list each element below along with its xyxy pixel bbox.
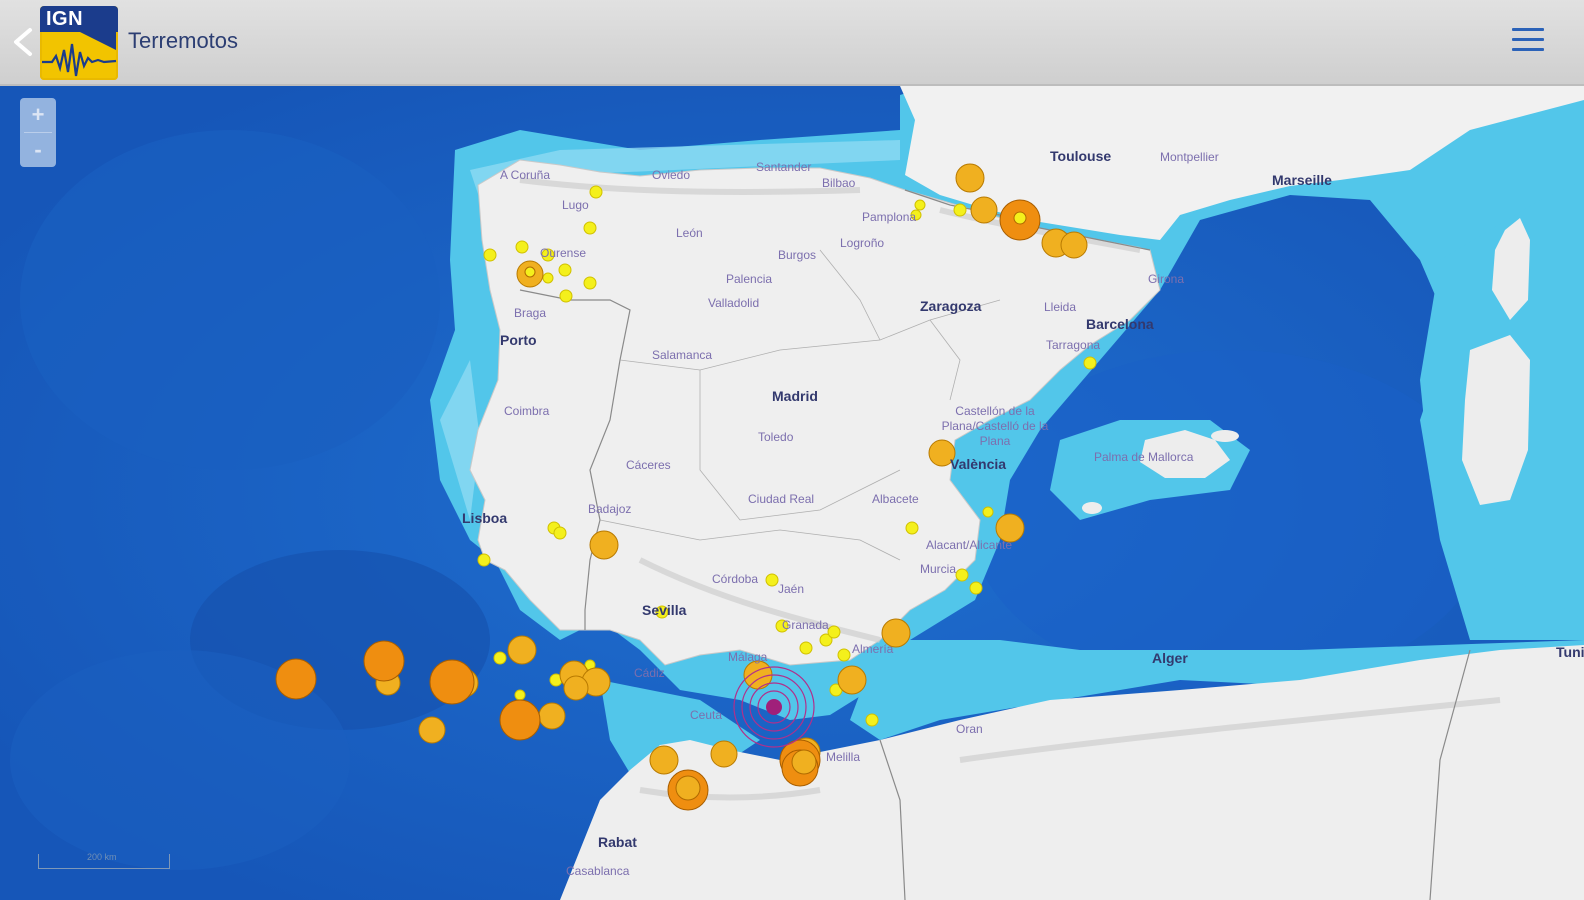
earthquake-map[interactable]: A Coruña Oviedo Santander Bilbao Lugo Le… — [0, 86, 1584, 900]
ign-logo: IGN — [40, 6, 118, 80]
city-label: Lugo — [562, 198, 589, 212]
city-label: Toulouse — [1050, 148, 1112, 164]
city-label: A Coruña — [500, 168, 551, 182]
city-label: Lisboa — [462, 510, 508, 526]
city-label: Santander — [756, 160, 812, 174]
city-label: Córdoba — [712, 572, 759, 586]
city-label: Valladolid — [708, 296, 760, 310]
menu-line — [1512, 38, 1544, 41]
city-label: León — [676, 226, 703, 240]
city-label: Casablanca — [566, 864, 630, 878]
city-label: Toledo — [758, 430, 794, 444]
city-label: Braga — [514, 306, 547, 320]
city-label: Girona — [1148, 272, 1185, 286]
zoom-control: + - — [20, 98, 56, 167]
city-label: Alger — [1152, 650, 1188, 666]
city-label: Tunis — [1556, 644, 1584, 660]
seismograph-icon — [42, 32, 117, 77]
city-label: Jaén — [778, 582, 805, 596]
city-label: Coimbra — [504, 404, 550, 418]
app-title: Terremotos — [128, 28, 239, 53]
city-label: Marseille — [1272, 172, 1332, 188]
city-label: Porto — [500, 332, 537, 348]
city-label: Albacete — [872, 492, 919, 506]
city-label: Salamanca — [652, 348, 713, 362]
city-label: Burgos — [778, 248, 817, 262]
city-label: Oviedo — [652, 168, 691, 182]
menu-line — [1512, 48, 1544, 51]
scale-label: 200 km — [87, 852, 117, 862]
city-label: Melilla — [826, 750, 861, 764]
city-label: Sevilla — [642, 602, 687, 618]
city-label: Barcelona — [1086, 316, 1154, 332]
zoom-out-button[interactable]: - — [20, 133, 56, 167]
city-label: Rabat — [598, 834, 637, 850]
city-label: Ciudad Real — [748, 492, 815, 506]
city-label: Ourense — [540, 246, 587, 260]
menu-line — [1512, 28, 1544, 31]
city-label: Castellón de la Plana/Castelló de la Pla… — [941, 404, 1049, 448]
city-label: Oran — [956, 722, 983, 736]
city-label: Granada — [782, 618, 829, 632]
zoom-in-button[interactable]: + — [20, 98, 56, 132]
city-label: Palma de Mallorca — [1094, 450, 1194, 464]
city-label: Murcia — [920, 562, 957, 576]
city-label: Cádiz — [634, 666, 665, 680]
scale-bar: 200 km — [38, 852, 170, 869]
logo-text: IGN — [46, 8, 84, 30]
city-label: Montpellier — [1160, 150, 1219, 164]
city-label: València — [950, 456, 1007, 472]
app-header: IGN Terremotos — [0, 0, 1584, 86]
city-label: Madrid — [772, 388, 818, 404]
city-label: Zaragoza — [920, 298, 982, 314]
city-label: Almería — [852, 642, 894, 656]
city-label: Málaga — [728, 650, 768, 664]
city-label: Pamplona — [862, 210, 917, 224]
city-label: Badajoz — [588, 502, 632, 516]
city-label: Lleida — [1044, 300, 1077, 314]
city-label: Alacant/Alicante — [926, 538, 1013, 552]
back-button[interactable] — [8, 22, 38, 62]
menu-button[interactable] — [1512, 28, 1544, 56]
city-label: Logroño — [840, 236, 885, 250]
city-label: Cáceres — [626, 458, 671, 472]
city-label: Tarragona — [1046, 338, 1101, 352]
city-label: Palencia — [726, 272, 773, 286]
city-label: Ceuta — [690, 708, 723, 722]
city-label: Bilbao — [822, 176, 856, 190]
chevron-left-icon — [14, 28, 32, 56]
